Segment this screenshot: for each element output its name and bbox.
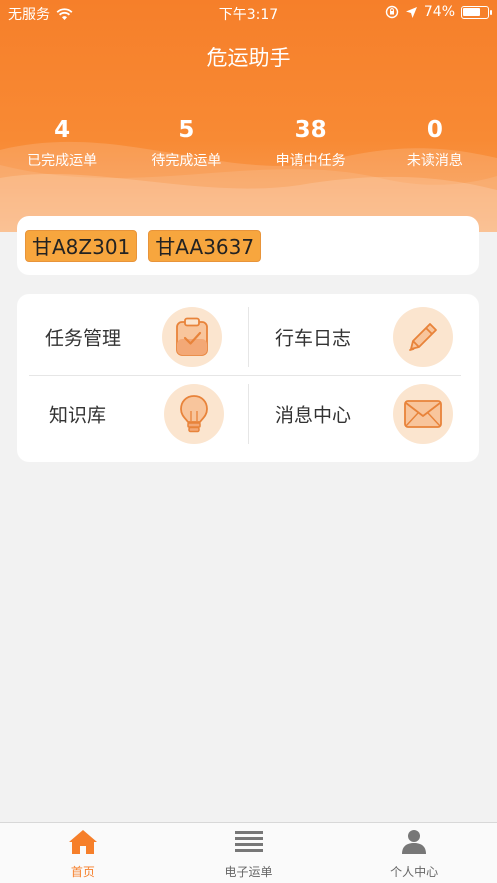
menu-label: 行车日志 — [275, 327, 352, 350]
stat-unread-messages[interactable]: 0 未读消息 — [373, 114, 497, 170]
grid-divider-vertical — [248, 307, 249, 367]
plate-tag[interactable]: 甘AA3637 — [148, 229, 262, 262]
home-icon — [68, 830, 97, 854]
stat-applying-tasks[interactable]: 38 申请中任务 — [249, 114, 373, 170]
stat-value: 5 — [178, 117, 195, 143]
stat-pending-orders[interactable]: 5 待完成运单 — [124, 114, 248, 170]
menu-label: 知识库 — [49, 404, 107, 427]
pencil-icon — [393, 307, 453, 367]
rotation-lock-icon — [385, 5, 399, 19]
stat-label: 未读消息 — [406, 153, 463, 169]
bottom-tab-bar: 首页 电子运单 个人中心 — [0, 822, 497, 883]
status-bar: 无服务 下午3:17 74% — [0, 0, 497, 26]
battery-level-fill — [463, 7, 480, 16]
menu-knowledge-base[interactable]: 知识库 — [17, 375, 235, 453]
stat-value: 0 — [426, 117, 443, 143]
tab-personal-center[interactable]: 个人中心 — [331, 823, 497, 883]
clipboard-icon — [162, 307, 222, 367]
envelope-icon — [393, 384, 453, 444]
menu-task-management[interactable]: 任务管理 — [17, 298, 235, 376]
vehicle-plates-card: 甘A8Z301 甘AA3637 — [17, 216, 479, 275]
lightbulb-icon — [164, 384, 224, 444]
tab-home[interactable]: 首页 — [0, 823, 166, 883]
battery-percent: 74% — [423, 4, 455, 20]
list-icon — [234, 831, 263, 852]
header-banner: 无服务 下午3:17 74% 危运助手 4 已完成运单 5 待完成运单 38 申… — [0, 0, 497, 232]
stat-label: 待完成运单 — [151, 153, 222, 169]
menu-driving-log[interactable]: 行车日志 — [249, 298, 467, 376]
plate-tag[interactable]: 甘A8Z301 — [25, 229, 138, 262]
stat-value: 4 — [54, 117, 71, 143]
menu-label: 任务管理 — [45, 327, 122, 350]
location-arrow-icon — [405, 6, 417, 18]
tab-electronic-waybill[interactable]: 电子运单 — [166, 823, 332, 883]
menu-message-center[interactable]: 消息中心 — [249, 375, 467, 453]
function-menu: 任务管理 行车日志 知识库 消息中心 — [17, 294, 479, 462]
stat-label: 申请中任务 — [275, 153, 346, 169]
battery-icon — [461, 5, 492, 19]
tab-label: 首页 — [70, 865, 95, 879]
tab-label: 电子运单 — [224, 865, 273, 879]
status-right: 74% — [385, 4, 492, 20]
menu-label: 消息中心 — [275, 404, 352, 427]
page-title: 危运助手 — [206, 46, 291, 70]
stat-completed-orders[interactable]: 4 已完成运单 — [0, 114, 124, 170]
stat-value: 38 — [294, 117, 327, 143]
stat-label: 已完成运单 — [27, 153, 98, 169]
person-icon — [402, 830, 427, 854]
stats-row: 4 已完成运单 5 待完成运单 38 申请中任务 0 未读消息 — [0, 114, 497, 170]
tab-label: 个人中心 — [390, 865, 439, 879]
